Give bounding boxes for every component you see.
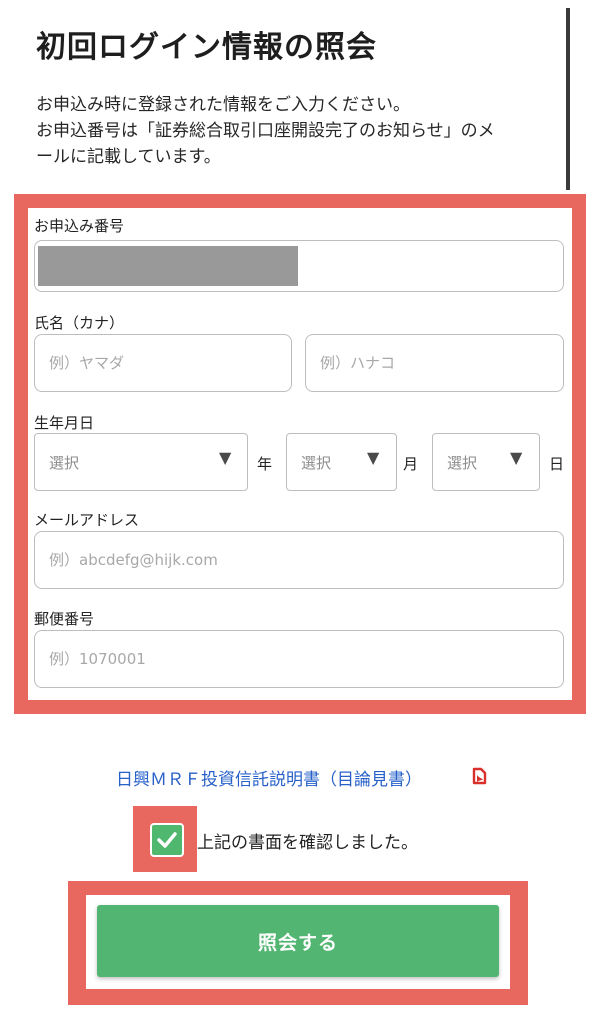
intro-line: お申込番号は「証券総合取引口座開設完了のお知らせ」のメ <box>36 121 495 141</box>
last-name-kana-input[interactable] <box>34 334 292 392</box>
year-unit-label: 年 <box>257 455 273 473</box>
confirm-checkbox[interactable] <box>150 823 184 857</box>
day-unit-label: 日 <box>549 455 565 473</box>
month-unit-label: 月 <box>403 455 419 473</box>
birth-year-select[interactable]: 選択 ▼ <box>34 433 248 491</box>
email-label: メールアドレス <box>34 511 140 529</box>
birth-month-value: 選択 <box>301 454 332 472</box>
pdf-icon[interactable] <box>470 766 490 786</box>
prospectus-link[interactable]: 日興ＭＲＦ投資信託説明書（目論見書） <box>116 765 422 790</box>
intro-line: お申込み時に登録された情報をご入力ください。 <box>36 95 410 115</box>
birthdate-label: 生年月日 <box>34 414 95 432</box>
birth-day-value: 選択 <box>447 454 478 472</box>
intro-text: お申込み時に登録された情報をご入力ください。 お申込番号は「証券総合取引口座開設… <box>36 92 566 170</box>
chevron-down-icon: ▼ <box>219 448 232 467</box>
submit-button[interactable]: 照会する <box>97 905 499 977</box>
birth-month-select[interactable]: 選択 ▼ <box>286 433 397 491</box>
name-kana-label: 氏名（カナ） <box>34 314 125 332</box>
scroll-indicator[interactable] <box>566 8 570 190</box>
postal-code-input[interactable] <box>34 630 564 688</box>
birth-day-select[interactable]: 選択 ▼ <box>432 433 540 491</box>
chevron-down-icon: ▼ <box>510 448 523 467</box>
email-input[interactable] <box>34 531 564 589</box>
chevron-down-icon: ▼ <box>367 448 380 467</box>
masked-application-number <box>38 246 298 286</box>
confirm-checkbox-label[interactable]: 上記の書面を確認しました。 <box>197 828 418 853</box>
checkmark-icon <box>157 832 177 848</box>
intro-line: ールに記載しています。 <box>36 147 221 167</box>
page-title: 初回ログイン情報の照会 <box>36 30 377 65</box>
application-number-label: お申込み番号 <box>34 217 125 235</box>
birth-year-value: 選択 <box>49 454 80 472</box>
first-name-kana-input[interactable] <box>305 334 564 392</box>
postal-code-label: 郵便番号 <box>34 610 95 628</box>
